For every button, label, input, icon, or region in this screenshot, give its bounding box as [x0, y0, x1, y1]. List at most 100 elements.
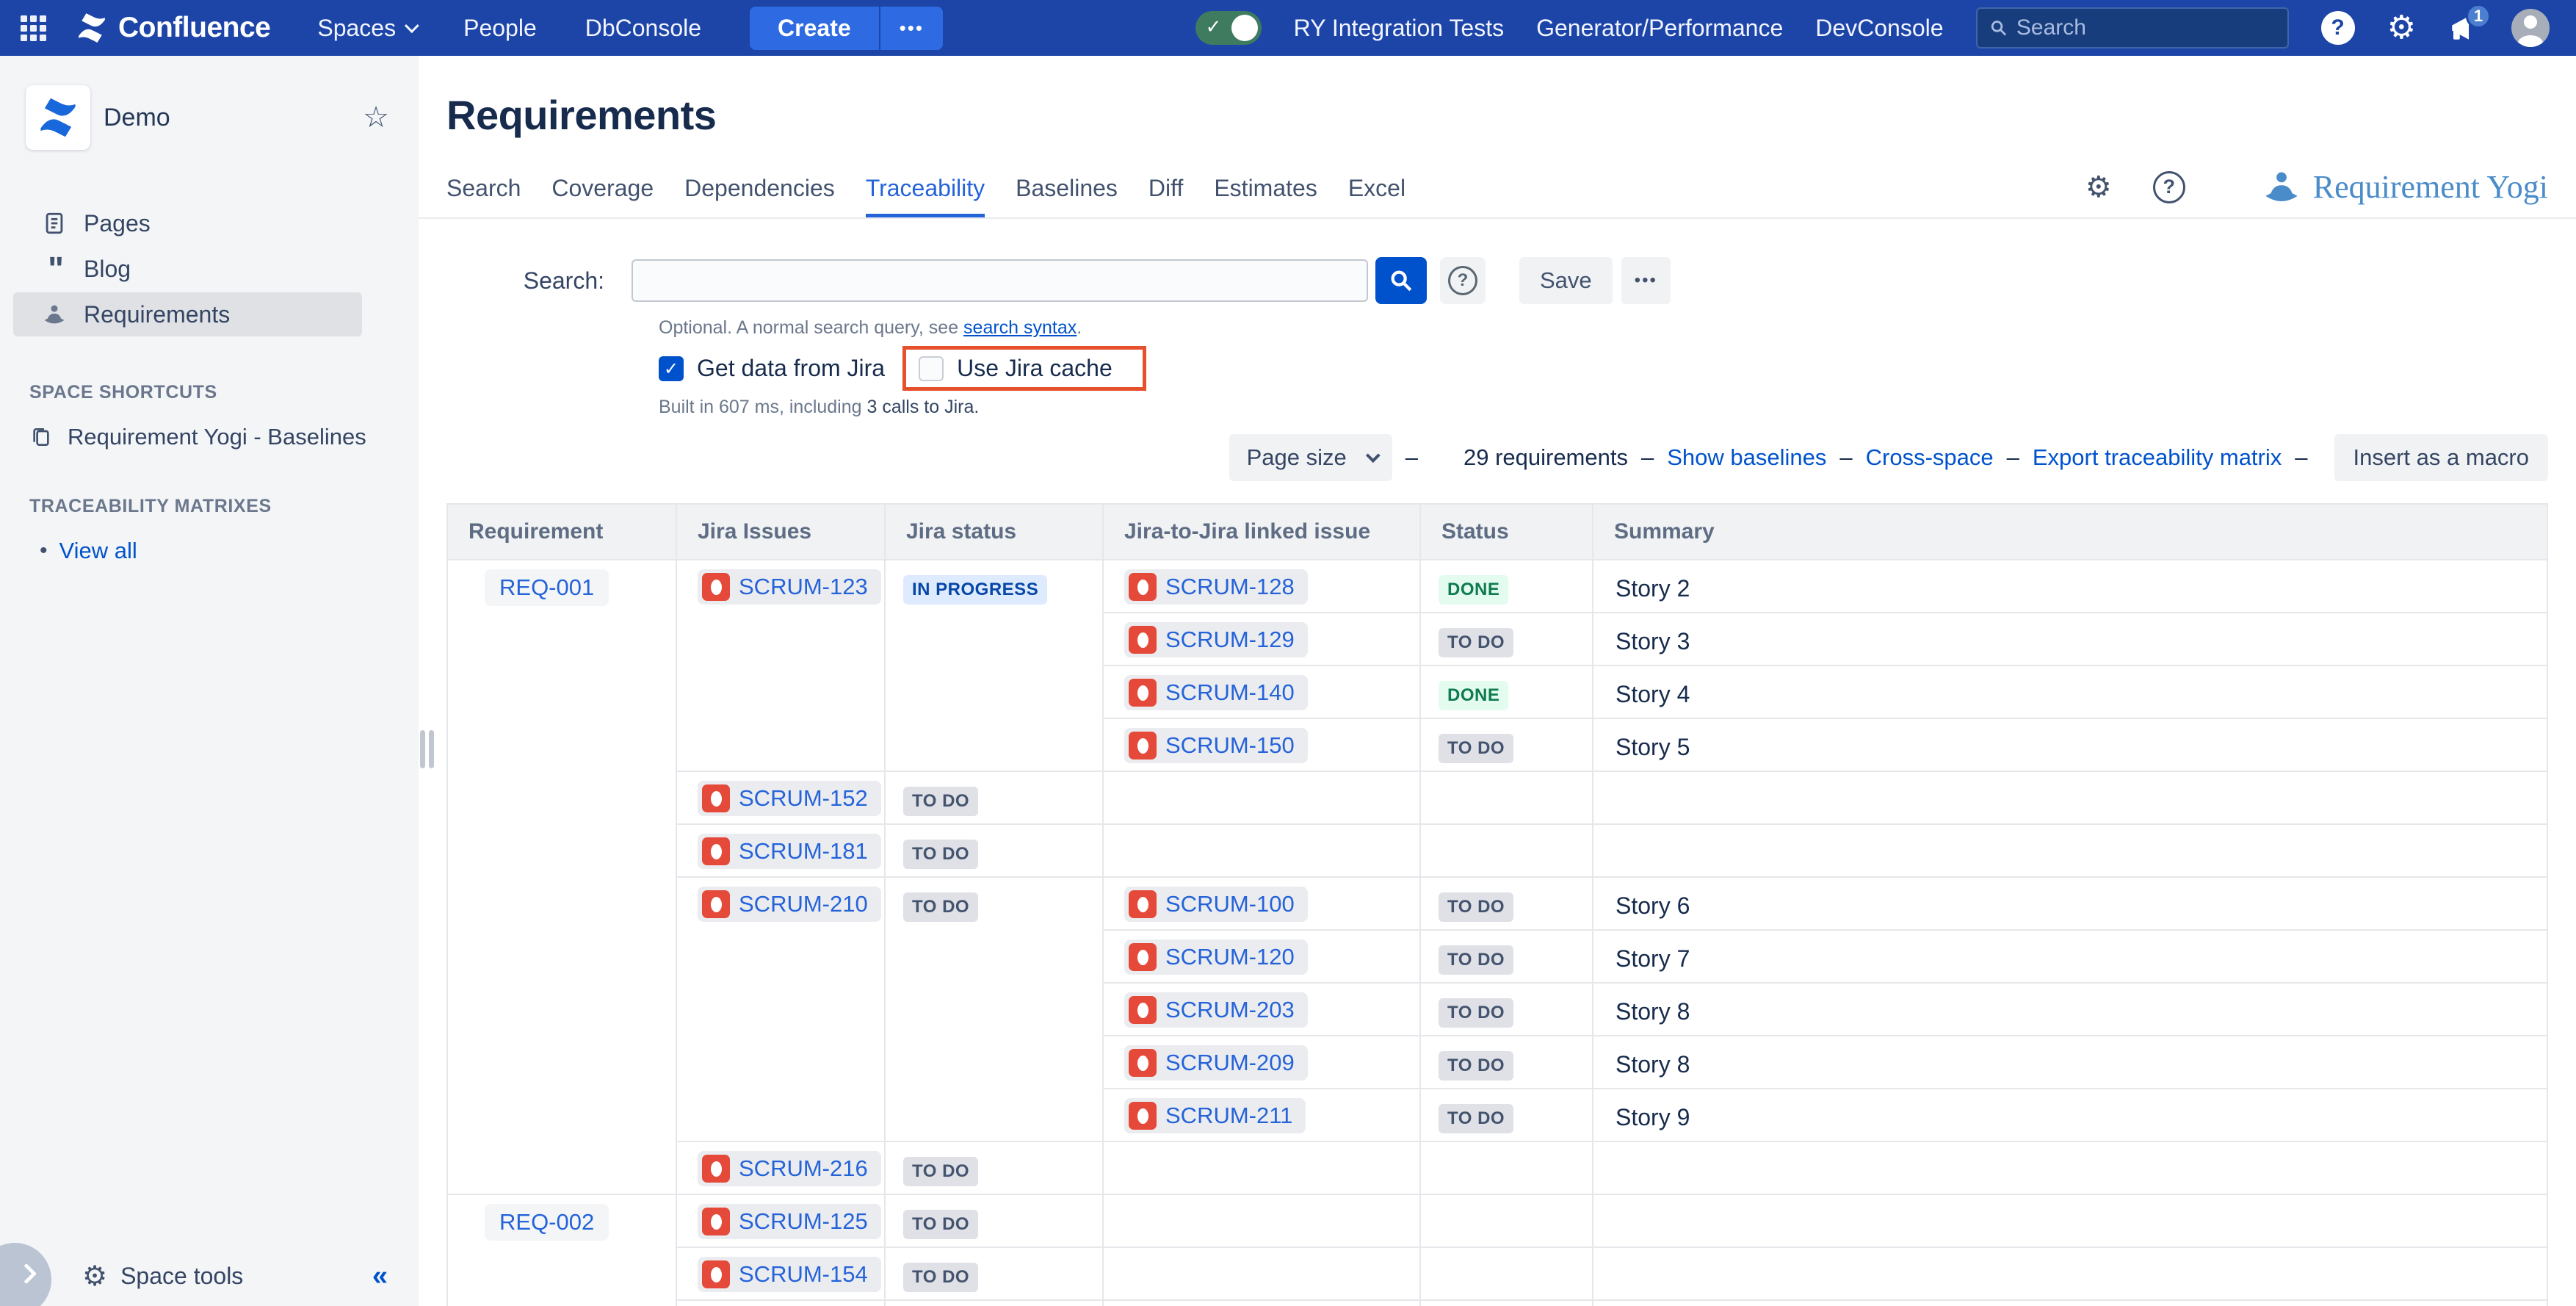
- tab-baselines[interactable]: Baselines: [1016, 175, 1118, 217]
- tab-dependencies[interactable]: Dependencies: [684, 175, 835, 217]
- search-label: Search:: [446, 267, 632, 295]
- jira-bug-icon: [702, 837, 730, 865]
- requirement-link[interactable]: REQ-002: [485, 1204, 609, 1241]
- query-input[interactable]: [632, 259, 1368, 302]
- space-header[interactable]: Demo ☆: [0, 85, 419, 150]
- status-lozenge: TO DO: [903, 892, 978, 922]
- nav-people[interactable]: People: [463, 15, 537, 42]
- chevron-down-icon: [1366, 448, 1381, 463]
- tab-diff[interactable]: Diff: [1148, 175, 1183, 217]
- cell-status: [1420, 1247, 1593, 1300]
- top-nav: Confluence Spaces People DbConsole Creat…: [0, 0, 2576, 56]
- use-jira-cache-checkbox[interactable]: [919, 356, 944, 381]
- show-baselines-link[interactable]: Show baselines: [1667, 444, 1826, 471]
- jira-bug-icon: [702, 573, 730, 601]
- run-search-button[interactable]: [1375, 257, 1427, 304]
- nav-generator-performance[interactable]: Generator/Performance: [1536, 15, 1783, 42]
- status-lozenge: TO DO: [1439, 1051, 1513, 1080]
- confluence-brand[interactable]: Confluence: [76, 12, 270, 44]
- nav-spaces[interactable]: Spaces: [317, 15, 415, 42]
- cell-linked: [1103, 1194, 1420, 1247]
- space-logo: [26, 85, 90, 150]
- summary-text: Story 5: [1616, 734, 1690, 761]
- use-jira-cache-option: Use Jira cache: [919, 355, 1112, 382]
- global-search-input[interactable]: [2016, 15, 2276, 40]
- export-traceability-matrix-link[interactable]: Export traceability matrix: [2033, 444, 2282, 471]
- jira-issue-link[interactable]: SCRUM-125: [698, 1204, 881, 1239]
- matrix-help-icon[interactable]: ?: [2153, 171, 2185, 203]
- jira-issue-link[interactable]: SCRUM-211: [1124, 1098, 1306, 1133]
- column-header: Status: [1420, 504, 1593, 560]
- jira-issue-link[interactable]: SCRUM-210: [698, 887, 881, 922]
- sidebar-item-requirements[interactable]: Requirements: [13, 292, 362, 336]
- star-icon[interactable]: ☆: [363, 101, 389, 134]
- cell-summary: Story 2: [1593, 560, 2547, 613]
- jira-bug-icon: [1129, 679, 1157, 707]
- sidebar-item-blog[interactable]: " Blog: [13, 247, 362, 291]
- blog-icon: ": [41, 262, 68, 275]
- tab-coverage[interactable]: Coverage: [551, 175, 654, 217]
- create-more-button[interactable]: •••: [879, 7, 943, 50]
- search-syntax-link[interactable]: search syntax: [963, 317, 1077, 338]
- requirement-yogi-logo[interactable]: Requirement Yogi: [2260, 168, 2548, 206]
- get-data-from-jira-checkbox[interactable]: ✓: [659, 356, 684, 381]
- cell-status: [1420, 824, 1593, 877]
- more-options-button[interactable]: •••: [1621, 257, 1671, 304]
- tab-estimates[interactable]: Estimates: [1214, 175, 1317, 217]
- jira-issue-link[interactable]: SCRUM-129: [1124, 622, 1308, 657]
- nav-dbconsole[interactable]: DbConsole: [585, 15, 701, 42]
- confluence-page: { "nav": { "brand": "Confluence", "items…: [0, 0, 2576, 1306]
- jira-issue-link[interactable]: SCRUM-203: [1124, 992, 1308, 1028]
- jira-bug-icon: [1129, 890, 1157, 918]
- table-row: SCRUM-216 TO DO: [447, 1141, 2547, 1194]
- tab-excel[interactable]: Excel: [1348, 175, 1405, 217]
- jira-issue-link[interactable]: SCRUM-154: [698, 1257, 881, 1292]
- search-help-button[interactable]: ?: [1440, 257, 1486, 304]
- create-button[interactable]: Create: [750, 7, 879, 50]
- notifications-icon[interactable]: 1: [2448, 12, 2479, 43]
- cross-space-link[interactable]: Cross-space: [1866, 444, 1994, 471]
- jira-issue-link[interactable]: SCRUM-209: [1124, 1045, 1308, 1080]
- copy-pages-icon: [29, 425, 53, 449]
- cell-jira: SCRUM-125: [676, 1194, 885, 1247]
- sidebar-collapse-button[interactable]: «: [372, 1260, 388, 1292]
- sidebar-expand-handle[interactable]: [0, 1243, 51, 1306]
- jira-bug-icon: [702, 890, 730, 918]
- requirement-link[interactable]: REQ-001: [485, 569, 609, 606]
- cell-summary: Story 6: [1593, 877, 2547, 930]
- matrix-settings-gear-icon[interactable]: ⚙: [2085, 170, 2112, 204]
- nav-devconsole[interactable]: DevConsole: [1815, 15, 1943, 42]
- jira-issue-link[interactable]: SCRUM-100: [1124, 887, 1308, 922]
- space-tools-bar[interactable]: ⚙ Space tools «: [0, 1246, 419, 1306]
- jira-bug-icon: [1129, 1102, 1157, 1130]
- global-search[interactable]: [1976, 7, 2289, 48]
- tab-traceability[interactable]: Traceability: [866, 175, 985, 217]
- shortcut-ry-baselines[interactable]: Requirement Yogi - Baselines: [29, 424, 419, 450]
- status-lozenge: TO DO: [903, 1157, 978, 1186]
- save-button[interactable]: Save: [1519, 257, 1613, 304]
- help-icon[interactable]: ?: [2321, 11, 2355, 45]
- tab-search[interactable]: Search: [446, 175, 521, 217]
- avatar[interactable]: [2511, 9, 2550, 47]
- jira-issue-link[interactable]: SCRUM-120: [1124, 939, 1308, 975]
- settings-gear-icon[interactable]: ⚙: [2387, 12, 2416, 44]
- cell-jstatus: TO DO: [885, 877, 1103, 1141]
- cell-status: DONE: [1420, 665, 1593, 718]
- page-title: Requirements: [446, 91, 2548, 139]
- page-size-dropdown[interactable]: Page size: [1229, 434, 1392, 481]
- jira-issue-link[interactable]: SCRUM-140: [1124, 675, 1308, 710]
- jira-issue-link[interactable]: SCRUM-150: [1124, 728, 1308, 763]
- jira-issue-link[interactable]: SCRUM-123: [698, 569, 881, 605]
- insert-as-macro-button[interactable]: Insert as a macro: [2334, 434, 2548, 481]
- sidebar-item-pages[interactable]: Pages: [13, 201, 362, 245]
- feature-toggle[interactable]: ✓: [1195, 11, 1262, 45]
- jira-issue-link[interactable]: SCRUM-181: [698, 834, 881, 869]
- jira-issue-link[interactable]: SCRUM-128: [1124, 569, 1308, 605]
- app-switcher-icon[interactable]: [21, 15, 46, 41]
- cell-jstatus: TO DO: [885, 1300, 1103, 1306]
- cell-status: TO DO: [1420, 930, 1593, 983]
- nav-ry-integration-tests[interactable]: RY Integration Tests: [1294, 15, 1504, 42]
- jira-issue-link[interactable]: SCRUM-216: [698, 1151, 881, 1186]
- jira-issue-link[interactable]: SCRUM-152: [698, 781, 881, 816]
- view-all-link[interactable]: View all: [59, 538, 137, 564]
